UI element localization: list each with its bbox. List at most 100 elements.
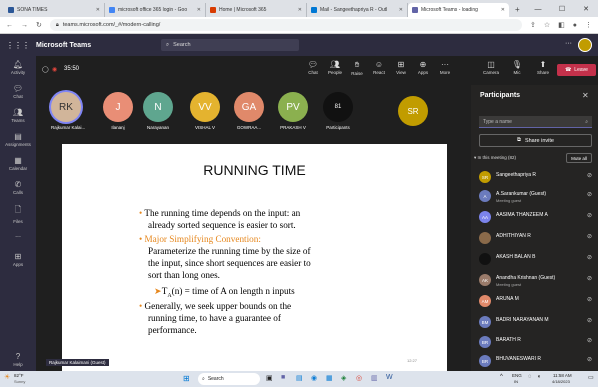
close-tab-icon[interactable]: ✕ (399, 7, 403, 13)
rail-calls[interactable]: ✆ Calls (0, 180, 36, 195)
browser-menu-icon[interactable]: ⋮ (585, 21, 592, 29)
forward-icon[interactable]: → (21, 22, 28, 29)
language-indicator[interactable]: ENG (512, 373, 522, 378)
notification-icon[interactable]: ▭ (588, 374, 594, 381)
url-field[interactable]: 🔒︎ teams.microsoft.com/_#/modern-calling/ (49, 19, 522, 31)
more-options-icon[interactable]: ··· (565, 40, 572, 47)
chat-button[interactable]: 💬︎ Chat (303, 60, 323, 75)
new-tab-icon[interactable]: + (509, 3, 526, 17)
volume-icon[interactable]: ◖ (537, 374, 541, 380)
browser-tab[interactable]: SONA TIMES ✕ (4, 3, 105, 17)
react-button[interactable]: ☺ React (369, 60, 389, 75)
teams-taskbar-icon[interactable]: ■ (281, 374, 285, 381)
windows-start-icon[interactable]: ⊞ (183, 374, 190, 383)
bookmark-star-icon[interactable]: ☆ (544, 21, 550, 29)
extensions-icon[interactable]: ◧ (558, 21, 565, 29)
camera-button[interactable]: ◫ Camera (481, 60, 501, 75)
rail-files[interactable]: 🗋︎ Files (0, 204, 36, 224)
close-tab-icon[interactable]: ✕ (197, 7, 201, 13)
rail-assignments[interactable]: ▤ Assignments (0, 132, 36, 147)
word-icon[interactable]: W (386, 374, 393, 381)
participant-row[interactable]: BM BADRI NARAYANAN M ⊘ (479, 313, 594, 331)
avatar: GA (234, 92, 264, 122)
participant-tile[interactable]: GA GOWRAA... (234, 92, 264, 130)
apps-button[interactable]: ⊕ Apps (413, 60, 433, 75)
participant-row[interactable]: AK Anandha Krishnan (Guest) Meeting guest ⊘ (479, 271, 594, 289)
view-button[interactable]: ⊞ View (391, 60, 411, 75)
share-button[interactable]: ⬆ Share (533, 60, 553, 75)
participant-row[interactable]: BR BARATH R ⊘ (479, 333, 594, 351)
apps-icon: ⊞ (14, 252, 22, 261)
store-icon[interactable]: ▦ (326, 374, 333, 382)
browser-tab[interactable]: Mail - Sangeethapriya R - Outl ✕ (307, 3, 408, 17)
raise-hand-button[interactable]: ✋︎ Raise (347, 60, 367, 76)
participant-search-input[interactable]: Type a name ⌕ (479, 116, 592, 128)
rail-teams[interactable]: 👥︎ Teams (0, 108, 36, 123)
windows-taskbar: ☀ 82°F Sunny ⊞ ⌕ Search ▣ ■ ▤ ◉ ▦ ◈ ◎ ▥ W… (0, 371, 598, 387)
slide-bullet-3: • Generally, we seek upper bounds on the (139, 301, 292, 311)
close-tab-icon[interactable]: ✕ (501, 7, 505, 13)
smile-icon: ☺ (374, 60, 384, 69)
minimize-icon[interactable]: — (526, 3, 550, 17)
back-icon[interactable]: ← (6, 22, 13, 29)
rail-chat[interactable]: 💬︎ Chat (0, 84, 36, 99)
file-explorer-icon[interactable]: ▤ (296, 374, 303, 382)
participants-overflow-tile[interactable]: 81 Participants (323, 92, 353, 130)
mic-button[interactable]: 🎙︎ Mic (507, 60, 527, 75)
slide-bullet-2-line-3: sort than long ones. (148, 270, 220, 280)
mute-all-button[interactable]: Mute all (566, 153, 592, 163)
chrome-icon[interactable]: ◎ (356, 374, 362, 382)
slide-bullet-2: • Major Simplifying Convention: (139, 234, 261, 244)
mic-off-icon: ⊘ (586, 213, 592, 219)
app-icon[interactable]: ◈ (341, 374, 346, 382)
maximize-icon[interactable]: ☐ (550, 3, 574, 17)
close-tab-icon[interactable]: ✕ (298, 7, 302, 13)
file-icon: 🗋︎ (14, 205, 22, 214)
participant-row[interactable]: AM ARUNA M ⊘ (479, 292, 594, 310)
participant-tile[interactable]: J Ilananj (103, 92, 133, 130)
app-launcher-icon[interactable]: ⋮⋮⋮ (0, 41, 36, 50)
leave-button[interactable]: ☎ Leave (557, 64, 596, 76)
participant-tile[interactable]: RK Rajkumar Kalai... (51, 92, 85, 130)
participant-row[interactable]: ADHITHIYAN R ⊘ (479, 229, 594, 247)
participant-name: VISHAL V (194, 125, 216, 130)
reload-icon[interactable]: ↻ (36, 21, 42, 29)
rail-calendar[interactable]: ▦ Calendar (0, 156, 36, 171)
participant-row[interactable]: AA AASIMA THANZEEM A ⊘ (479, 208, 594, 226)
rail-activity[interactable]: 🔔︎ Activity (0, 60, 36, 75)
close-window-icon[interactable]: ✕ (574, 3, 598, 17)
taskbar-search[interactable]: ⌕ Search (198, 373, 260, 385)
edge-icon[interactable]: ◉ (311, 374, 317, 382)
teams-app-icon[interactable]: ▥ (371, 374, 378, 382)
clock-time[interactable]: 11:58 AM (553, 373, 572, 378)
more-button[interactable]: ··· More (435, 60, 455, 75)
user-avatar[interactable] (578, 38, 592, 52)
browser-tab-active[interactable]: Microsoft Teams - loading ✕ (408, 3, 509, 17)
participant-row[interactable]: BR BHUVANESWARI R ⊘ (479, 352, 594, 370)
participant-row[interactable]: A A.Sarankumar (Guest) Meeting guest ⊘ (479, 187, 594, 205)
share-icon[interactable]: ⇪ (530, 21, 536, 29)
browser-tab[interactable]: Home | Microsoft 365 ✕ (206, 3, 307, 17)
participant-tile[interactable]: PV PRAKASH V (278, 92, 308, 130)
wifi-icon[interactable]: ◌ (528, 374, 532, 380)
rail-apps[interactable]: ⊞ Apps (0, 252, 36, 267)
avatar: RK (51, 92, 81, 122)
browser-tab[interactable]: microsoft office 365 login - Goo ✕ (105, 3, 206, 17)
people-button[interactable]: 👥︎ People (325, 60, 345, 75)
close-tab-icon[interactable]: ✕ (96, 7, 100, 13)
tray-chevron-up-icon[interactable]: ^ (500, 374, 503, 380)
avatar: AA (479, 211, 491, 223)
weather-temp[interactable]: 82°F (14, 373, 24, 378)
participant-tile[interactable]: VV VISHAL V (190, 92, 220, 130)
close-icon[interactable]: ✕ (582, 91, 589, 100)
rail-more[interactable]: ... (0, 232, 36, 239)
participant-row[interactable]: SR Sangeethapriya R ⊘ (479, 168, 594, 186)
share-invite-button[interactable]: ⧉ Share invite (479, 134, 592, 147)
participant-row[interactable]: AKASH BALAN B ⊘ (479, 250, 594, 268)
task-view-icon[interactable]: ▣ (266, 374, 273, 382)
rail-help[interactable]: ? Help (0, 352, 36, 367)
search-input[interactable]: ⌕ Search (161, 39, 299, 51)
left-rail: 🔔︎ Activity 💬︎ Chat 👥︎ Teams ▤ Assignments ▦… (0, 56, 36, 371)
participant-tile[interactable]: N Narayanan (143, 92, 173, 130)
profile-icon[interactable]: ● (573, 22, 577, 29)
